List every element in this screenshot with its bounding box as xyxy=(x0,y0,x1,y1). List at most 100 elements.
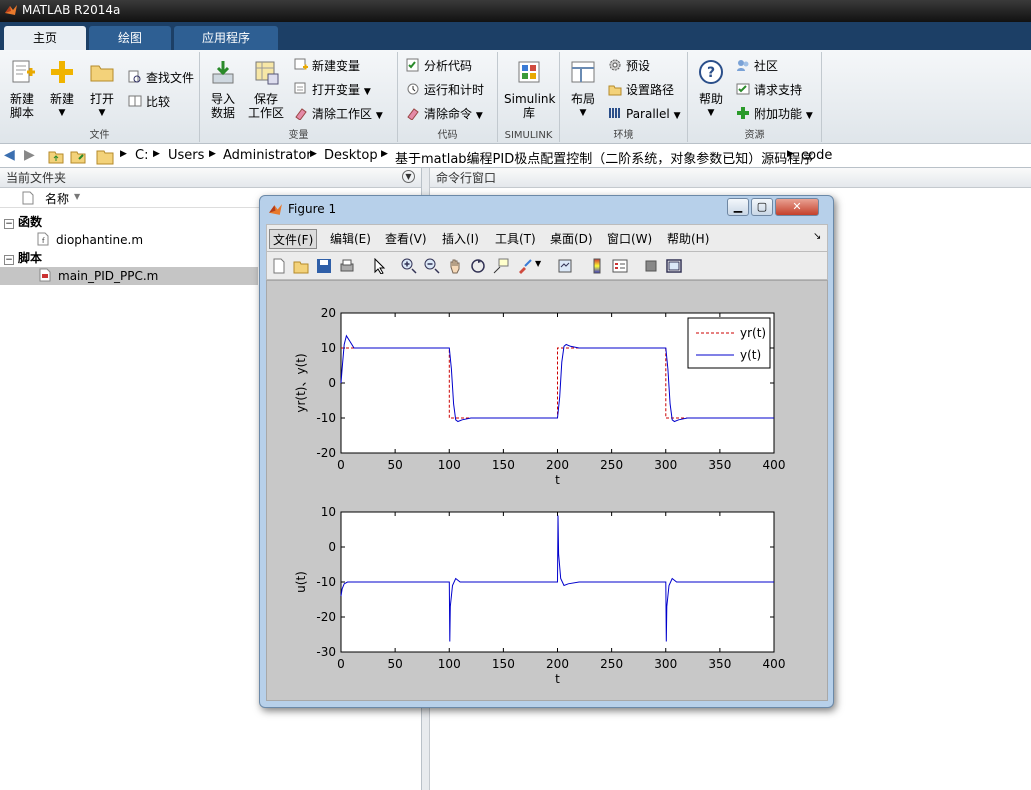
collapse-icon[interactable]: − xyxy=(4,255,14,265)
open-variable-button[interactable]: 打开变量 ▼ xyxy=(294,80,371,100)
request-support-button[interactable]: 请求支持 xyxy=(736,80,802,100)
help-icon: ? xyxy=(699,60,723,84)
group-resources: ? 帮助 ▼ 社区 请求支持 附加功能 ▼ 资源 xyxy=(688,52,822,142)
folder-icon xyxy=(96,150,114,165)
menu-window[interactable]: 窗口(W) xyxy=(604,229,655,249)
matlab-logo-icon xyxy=(269,204,282,215)
zoom-in-icon[interactable] xyxy=(401,258,417,274)
x-tick-label: 150 xyxy=(492,657,515,671)
clear-workspace-button[interactable]: 清除工作区 ▼ xyxy=(294,104,383,124)
parallel-button[interactable]: Parallel ▼ xyxy=(608,104,680,124)
chevron-down-icon: ▼ xyxy=(707,108,715,118)
back-arrow-icon[interactable]: ◀ xyxy=(4,147,15,163)
legend-icon[interactable] xyxy=(612,258,628,274)
new-variable-button[interactable]: 新建变量 xyxy=(294,56,360,76)
path-separator-icon: ▶ xyxy=(381,149,388,159)
add-ons-button[interactable]: 附加功能 ▼ xyxy=(736,104,813,124)
chevron-down-icon: ▼ xyxy=(58,108,66,118)
save-workspace-icon xyxy=(255,61,279,85)
simulink-library-icon xyxy=(518,61,540,83)
pan-hand-icon[interactable] xyxy=(447,258,463,274)
select-arrow-icon[interactable] xyxy=(371,258,387,274)
help-button[interactable]: ? 帮助 ▼ xyxy=(694,58,728,120)
hide-plot-tools-icon[interactable] xyxy=(643,258,659,274)
set-path-button[interactable]: 设置路径 xyxy=(608,80,674,100)
brush-icon[interactable] xyxy=(517,258,533,274)
chevron-down-icon: ▼ xyxy=(375,111,383,121)
new-script-button[interactable]: 新建 脚本 xyxy=(6,58,38,120)
path-segment[interactable]: code xyxy=(801,148,832,163)
close-button[interactable]: ✕ xyxy=(775,198,819,216)
collapse-icon[interactable]: − xyxy=(4,219,14,229)
menu-file[interactable]: 文件(F) xyxy=(269,229,318,249)
tree-group-functions[interactable]: − 函数 xyxy=(0,213,258,231)
y-tick-label: -20 xyxy=(316,446,336,460)
community-button[interactable]: 社区 xyxy=(736,56,778,76)
import-data-button[interactable]: 导入 数据 xyxy=(208,58,238,120)
path-segment[interactable]: C: xyxy=(135,148,148,163)
x-tick-label: 100 xyxy=(438,657,461,671)
maximize-button[interactable]: ▢ xyxy=(751,198,773,216)
ribbon: 新建 脚本 新建 ▼ 打开 ▼ 查找文件 比较 文件 导入 数据 保存 工作区 … xyxy=(0,50,1031,144)
path-separator-icon: ▶ xyxy=(153,149,160,159)
path-segment[interactable]: Users xyxy=(168,148,204,163)
app-title-bar: MATLAB R2014a xyxy=(0,0,1031,22)
link-plot-icon[interactable] xyxy=(557,258,573,274)
rotate-3d-icon[interactable] xyxy=(470,258,486,274)
clear-commands-button[interactable]: 清除命令 ▼ xyxy=(406,104,483,124)
menu-help[interactable]: 帮助(H) xyxy=(664,229,712,249)
legend-label: y(t) xyxy=(740,348,761,362)
data-cursor-icon[interactable] xyxy=(493,258,509,274)
analyze-code-button[interactable]: 分析代码 xyxy=(406,56,472,76)
dock-arrow-icon[interactable]: ↘ xyxy=(813,231,821,242)
forward-arrow-icon[interactable]: ▶ xyxy=(24,147,35,163)
colorbar-icon[interactable] xyxy=(589,258,605,274)
up-folder-icon[interactable] xyxy=(48,148,64,164)
tab-plots[interactable]: 绘图 xyxy=(89,26,171,50)
run-and-time-button[interactable]: 运行和计时 xyxy=(406,80,484,100)
x-axis-label: t xyxy=(555,672,560,686)
chevron-down-icon[interactable]: ▼ xyxy=(535,259,541,268)
x-tick-label: 300 xyxy=(654,458,677,472)
browse-folder-icon[interactable] xyxy=(70,148,86,164)
compare-button[interactable]: 比较 xyxy=(128,92,170,112)
simulink-library-button[interactable]: Simulink 库 xyxy=(504,58,555,120)
save-icon[interactable] xyxy=(316,258,332,274)
y-axis-label: yr(t)、y(t) xyxy=(294,353,308,412)
path-segment[interactable]: Desktop xyxy=(324,148,378,163)
y-tick-label: 20 xyxy=(321,306,336,320)
minimize-button[interactable]: ▁ xyxy=(727,198,749,216)
pane-menu-icon[interactable]: ▼ xyxy=(402,170,415,183)
tab-home[interactable]: 主页 xyxy=(4,26,86,50)
show-plot-tools-icon[interactable] xyxy=(666,258,682,274)
menu-tools[interactable]: 工具(T) xyxy=(492,229,539,249)
x-tick-label: 200 xyxy=(546,657,569,671)
name-column-header[interactable]: 名称 xyxy=(45,190,69,207)
print-icon[interactable] xyxy=(339,258,355,274)
path-segment[interactable]: 基于matlab编程PID极点配置控制（二阶系统，对象参数已知）源码程序 xyxy=(395,148,813,167)
zoom-out-icon[interactable] xyxy=(424,258,440,274)
current-folder-header: 当前文件夹 ▼ xyxy=(0,168,421,188)
open-file-icon[interactable] xyxy=(293,258,309,274)
list-item-selected[interactable]: main_PID_PPC.m xyxy=(0,267,258,285)
path-segment[interactable]: Administrator xyxy=(223,148,312,163)
menu-view[interactable]: 查看(V) xyxy=(382,229,430,249)
parallel-icon xyxy=(609,108,620,118)
open-button[interactable]: 打开 ▼ xyxy=(86,58,118,120)
new-button[interactable]: 新建 ▼ xyxy=(46,58,78,120)
tab-apps[interactable]: 应用程序 xyxy=(174,26,278,50)
menu-insert[interactable]: 插入(I) xyxy=(439,229,482,249)
tree-group-scripts[interactable]: − 脚本 xyxy=(0,249,258,267)
preferences-button[interactable]: 预设 xyxy=(608,56,650,76)
list-item[interactable]: f diophantine.m xyxy=(36,231,143,249)
add-ons-icon xyxy=(737,107,749,119)
save-workspace-button[interactable]: 保存 工作区 xyxy=(246,58,286,120)
find-files-button[interactable]: 查找文件 xyxy=(128,68,194,88)
folder-icon xyxy=(90,65,114,82)
menu-edit[interactable]: 编辑(E) xyxy=(327,229,374,249)
new-figure-icon[interactable] xyxy=(271,258,287,274)
menu-desktop[interactable]: 桌面(D) xyxy=(547,229,596,249)
y-tick-label: 0 xyxy=(328,540,336,554)
layout-button[interactable]: 布局 ▼ xyxy=(566,58,600,120)
y-axis-label: u(t) xyxy=(294,571,308,593)
